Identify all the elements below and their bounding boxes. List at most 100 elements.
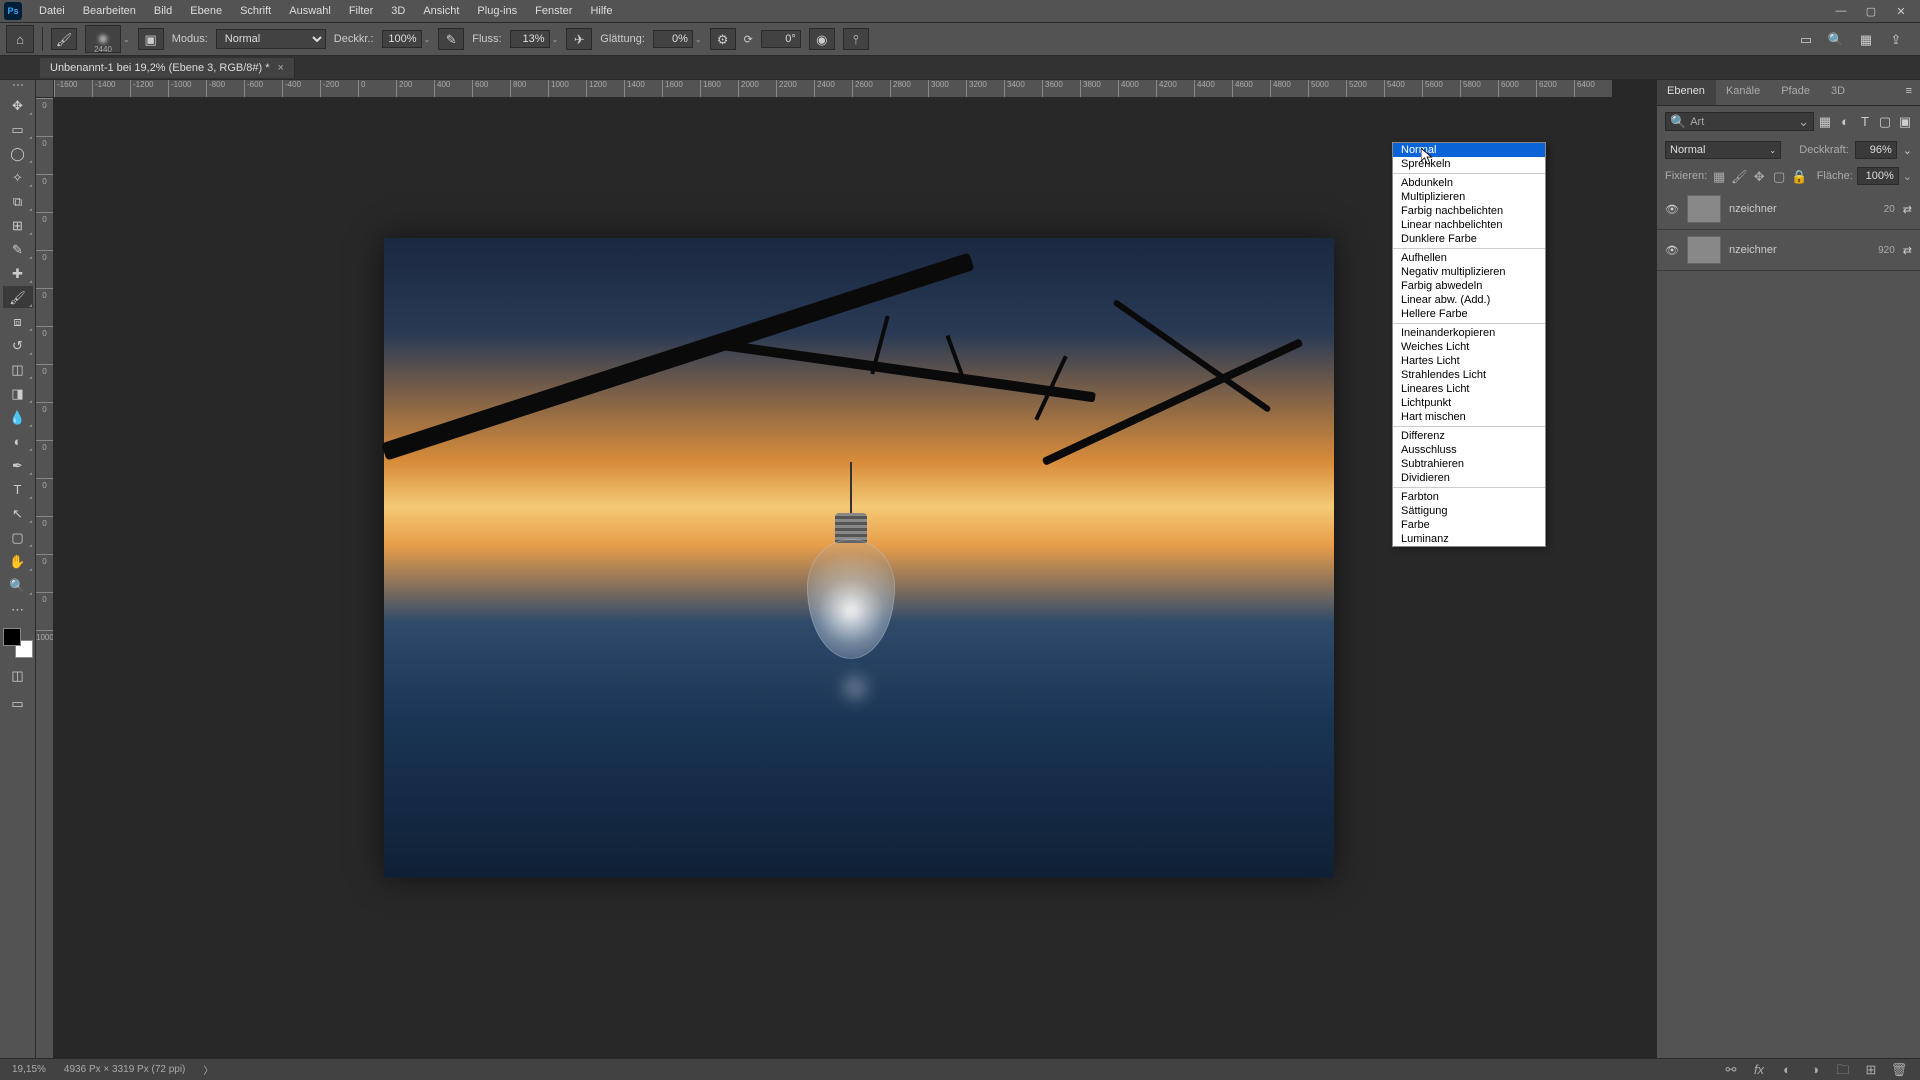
fill-field[interactable]: 100% [1857, 167, 1899, 185]
clone-stamp-tool-icon[interactable]: ⧈ [3, 310, 33, 332]
adjustment-icon[interactable]: ◑ [1806, 1061, 1824, 1079]
filter-smart-icon[interactable]: ▣ [1898, 115, 1912, 129]
blend-mode-option[interactable]: Luminanz [1393, 532, 1545, 546]
brush-preview[interactable]: 2440 [85, 25, 121, 53]
smoothing-options-icon[interactable]: ⚙ [710, 28, 736, 50]
filter-type-icon[interactable]: T [1858, 115, 1872, 129]
airbrush-icon[interactable]: ✈ [566, 28, 592, 50]
type-tool-icon[interactable]: T [3, 478, 33, 500]
modus-select[interactable]: Normal [216, 29, 326, 49]
blend-mode-option[interactable]: Multiplizieren [1393, 190, 1545, 204]
link-icon[interactable]: ⚯ [1722, 1061, 1740, 1079]
lock-position-icon[interactable]: ✥ [1751, 168, 1767, 184]
shape-tool-icon[interactable]: ▢ [3, 526, 33, 548]
blend-mode-option[interactable]: Dividieren [1393, 471, 1545, 485]
flow-field[interactable]: 13% [510, 30, 550, 48]
edit-toolbar-icon[interactable]: ⋯ [3, 598, 33, 620]
blend-mode-option[interactable]: Hellere Farbe [1393, 307, 1545, 321]
blend-mode-option[interactable]: Dunklere Farbe [1393, 232, 1545, 246]
menu-bearbeiten[interactable]: Bearbeiten [74, 2, 145, 20]
blend-mode-option[interactable]: Linear abw. (Add.) [1393, 293, 1545, 307]
color-swatches[interactable] [3, 628, 33, 658]
gradient-tool-icon[interactable]: ◨ [3, 382, 33, 404]
blend-mode-select[interactable]: Normal ⌄ [1665, 141, 1781, 159]
healing-brush-tool-icon[interactable]: ✚ [3, 262, 33, 284]
menu-auswahl[interactable]: Auswahl [280, 2, 340, 20]
panel-tab-ebenen[interactable]: Ebenen [1657, 80, 1716, 105]
layer-row[interactable]: 👁 nzeichner 20 ⇄ [1657, 189, 1920, 230]
pressure-size-icon[interactable]: ◉ [809, 28, 835, 50]
filter-pixel-icon[interactable]: ▦ [1818, 115, 1832, 129]
menu-hilfe[interactable]: Hilfe [581, 2, 621, 20]
tool-preset-icon[interactable]: 🖌 [51, 28, 77, 50]
menu-bild[interactable]: Bild [145, 2, 181, 20]
blend-link-icon[interactable]: ⇄ [1903, 244, 1912, 257]
blend-mode-option[interactable]: Farbig abwedeln [1393, 279, 1545, 293]
visibility-icon[interactable]: 👁 [1665, 244, 1679, 257]
blend-mode-option[interactable]: Linear nachbelichten [1393, 218, 1545, 232]
frame-tool-icon[interactable]: ⊞ [3, 214, 33, 236]
filter-shape-icon[interactable]: ▢ [1878, 115, 1892, 129]
brush-tool-icon[interactable]: 🖌 [3, 286, 33, 308]
document-tab[interactable]: Unbenannt-1 bei 19,2% (Ebene 3, RGB/8#) … [40, 58, 295, 78]
blend-mode-option[interactable]: Farbton [1393, 490, 1545, 504]
menu-datei[interactable]: Datei [30, 2, 74, 20]
blend-mode-option[interactable]: Sprenkeln [1393, 157, 1545, 171]
panel-tab-kanäle[interactable]: Kanäle [1716, 80, 1771, 105]
blend-mode-option[interactable]: Normal [1393, 143, 1545, 157]
menu-schrift[interactable]: Schrift [231, 2, 280, 20]
window-minimize-icon[interactable]: — [1826, 0, 1856, 22]
opacity-field[interactable]: 100% [382, 30, 422, 48]
close-icon[interactable]: × [278, 62, 284, 74]
pressure-opacity-icon[interactable]: ✎ [438, 28, 464, 50]
blend-mode-option[interactable]: Farbig nachbelichten [1393, 204, 1545, 218]
path-selection-tool-icon[interactable]: ↖ [3, 502, 33, 524]
chevron-down-icon[interactable]: ⌄ [1903, 170, 1912, 183]
blend-mode-option[interactable]: Ineinanderkopieren [1393, 326, 1545, 340]
blend-mode-option[interactable]: Lichtpunkt [1393, 396, 1545, 410]
lock-pixels-icon[interactable]: 🖌 [1731, 168, 1747, 184]
dodge-tool-icon[interactable]: ◐ [3, 430, 33, 452]
blend-link-icon[interactable]: ⇄ [1903, 203, 1912, 216]
chevron-down-icon[interactable]: ⌄ [695, 35, 702, 44]
crop-tool-icon[interactable]: ⧉ [3, 190, 33, 212]
zoom-tool-icon[interactable]: 🔍 [3, 574, 33, 596]
eyedropper-tool-icon[interactable]: ✎ [3, 238, 33, 260]
menu-filter[interactable]: Filter [340, 2, 382, 20]
foreground-color-swatch[interactable] [3, 628, 21, 646]
history-brush-tool-icon[interactable]: ↺ [3, 334, 33, 356]
group-icon[interactable]: 🗀 [1834, 1061, 1852, 1079]
blend-mode-option[interactable]: Hartes Licht [1393, 354, 1545, 368]
blend-mode-option[interactable]: Negativ multiplizieren [1393, 265, 1545, 279]
chevron-down-icon[interactable]: ⌄ [1903, 144, 1912, 157]
share-icon[interactable]: ⇪ [1888, 31, 1904, 47]
marquee-tool-icon[interactable]: ▭ [3, 118, 33, 140]
menu-3d[interactable]: 3D [382, 2, 414, 20]
eraser-tool-icon[interactable]: ◫ [3, 358, 33, 380]
blend-mode-option[interactable]: Subtrahieren [1393, 457, 1545, 471]
panel-tab-pfade[interactable]: Pfade [1771, 80, 1821, 105]
fx-icon[interactable]: fx [1750, 1061, 1768, 1079]
panel-tab-3d[interactable]: 3D [1821, 80, 1856, 105]
window-close-icon[interactable]: ✕ [1886, 0, 1916, 22]
blend-mode-option[interactable]: Weiches Licht [1393, 340, 1545, 354]
lock-transparency-icon[interactable]: ▦ [1711, 168, 1727, 184]
lasso-tool-icon[interactable]: ◯ [3, 142, 33, 164]
new-layer-icon[interactable]: ⊞ [1862, 1061, 1880, 1079]
menu-plug-ins[interactable]: Plug-ins [468, 2, 526, 20]
window-maximize-icon[interactable]: ▢ [1856, 0, 1886, 22]
blend-mode-option[interactable]: Sättigung [1393, 504, 1545, 518]
screenmode-icon[interactable]: ▭ [3, 692, 33, 714]
select-subject-icon[interactable]: ▭ [1798, 31, 1814, 47]
chevron-down-icon[interactable]: ⌄ [424, 35, 431, 44]
menu-ansicht[interactable]: Ansicht [414, 2, 468, 20]
workspace-icon[interactable]: ▦ [1858, 31, 1874, 47]
quickmask-icon[interactable]: ◫ [3, 664, 33, 686]
chevron-down-icon[interactable]: ⌄ [552, 35, 559, 44]
layer-opacity-field[interactable]: 96% [1855, 141, 1897, 159]
home-icon[interactable]: ⌂ [6, 25, 34, 53]
menu-ebene[interactable]: Ebene [181, 2, 231, 20]
move-tool-icon[interactable]: ✥ [3, 94, 33, 116]
angle-field[interactable]: 0° [761, 30, 801, 48]
blend-mode-option[interactable]: Differenz [1393, 429, 1545, 443]
